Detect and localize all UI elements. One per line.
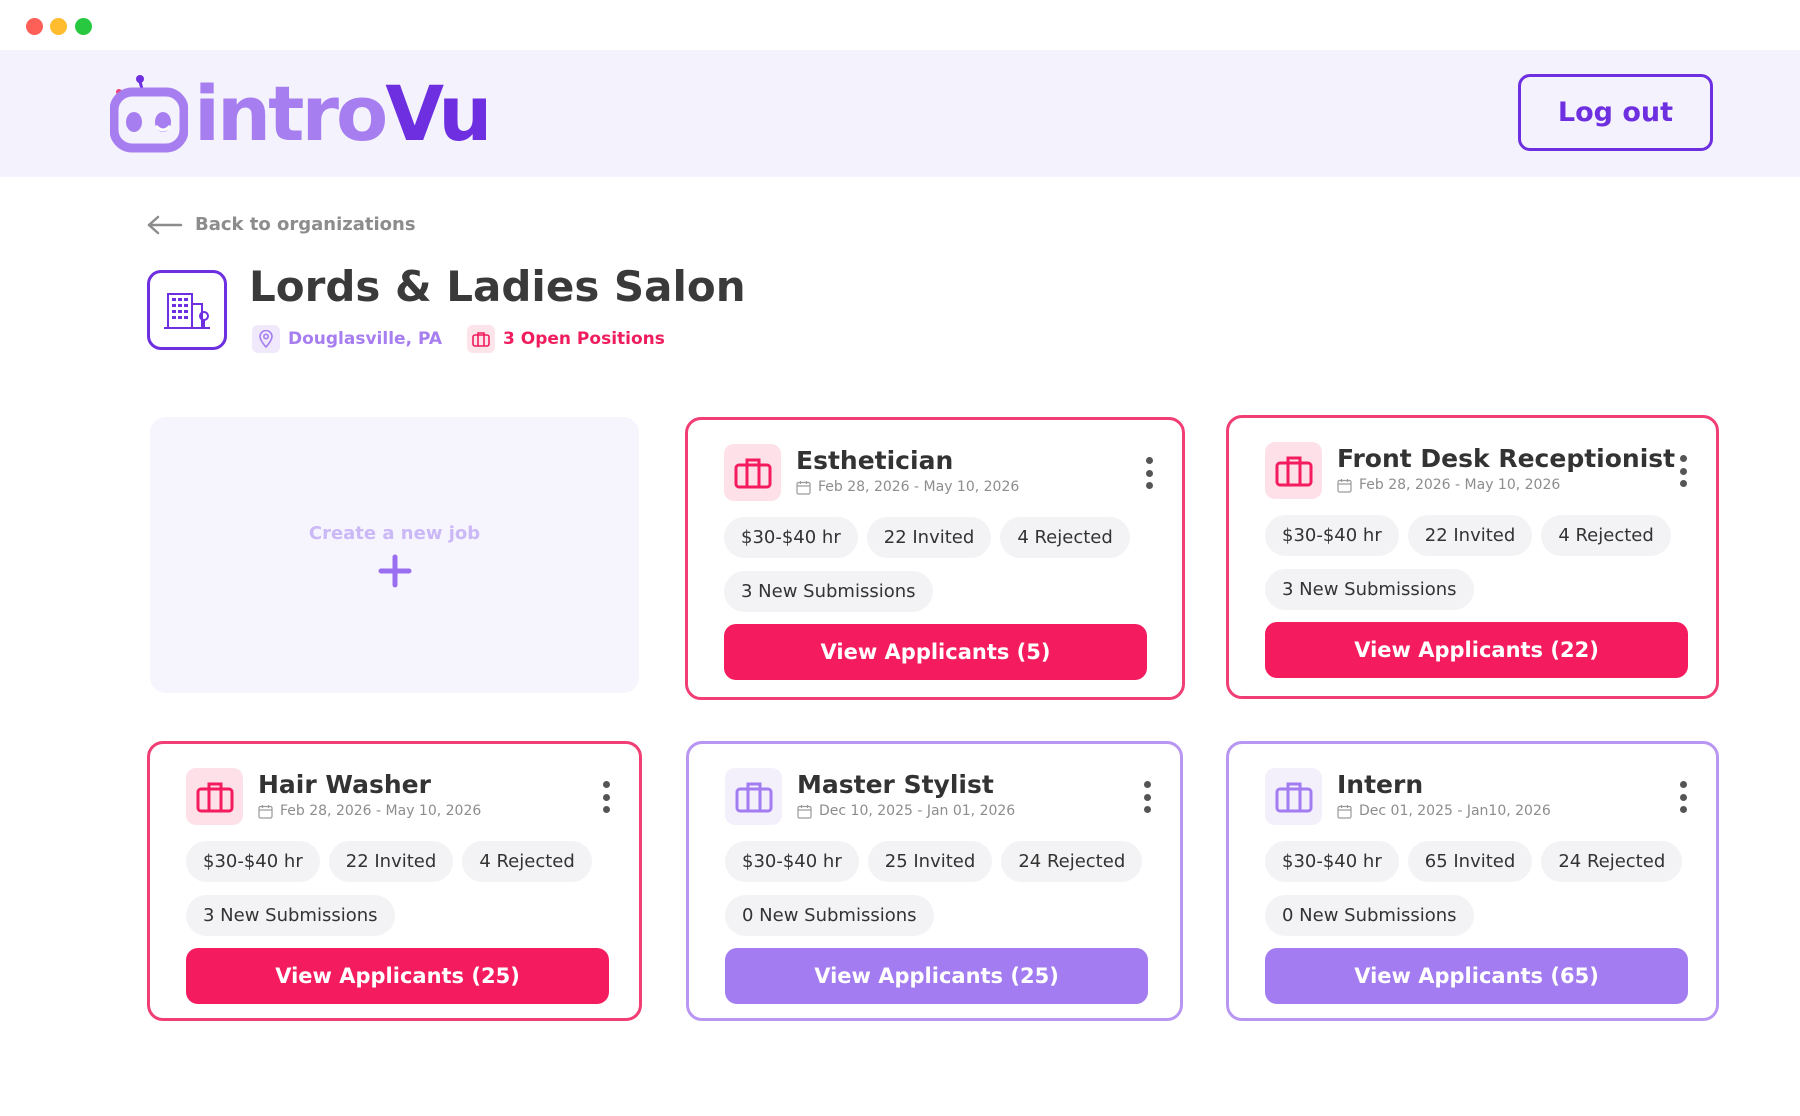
- logout-button[interactable]: Log out: [1518, 74, 1713, 151]
- back-link-label: Back to organizations: [195, 214, 416, 235]
- window-maximize-button[interactable]: [75, 18, 92, 35]
- pay-rate-chip: $30-$40 hr: [1265, 841, 1399, 882]
- invited-count-chip: 22 Invited: [1407, 515, 1533, 556]
- job-card-intern: Intern Dec 01, 2025 - Jan10, 2026 $30-$4…: [1226, 741, 1719, 1021]
- robot-logo-icon: [110, 75, 188, 153]
- job-date-range: Dec 01, 2025 - Jan10, 2026: [1337, 803, 1551, 819]
- job-dates-text: Feb 28, 2026 - May 10, 2026: [1359, 477, 1561, 493]
- job-briefcase-badge: [724, 444, 781, 501]
- organization-location: Douglasville, PA: [288, 329, 443, 349]
- calendar-icon: [1337, 478, 1352, 493]
- invited-count-chip: 65 Invited: [1407, 841, 1533, 882]
- view-applicants-button[interactable]: View Applicants (22): [1265, 622, 1688, 678]
- pay-rate-chip: $30-$40 hr: [725, 841, 859, 882]
- job-card-master-stylist: Master Stylist Dec 10, 2025 - Jan 01, 20…: [686, 741, 1183, 1021]
- organization-name: Lords & Ladies Salon: [249, 262, 746, 311]
- more-vertical-icon[interactable]: [1676, 455, 1690, 487]
- invited-count-chip: 22 Invited: [328, 841, 454, 882]
- job-title: Hair Washer: [258, 770, 431, 799]
- new-submissions-chip: 3 New Submissions: [186, 895, 395, 936]
- briefcase-icon: [467, 325, 496, 353]
- job-dates-text: Feb 28, 2026 - May 10, 2026: [280, 803, 482, 819]
- window-close-button[interactable]: [26, 18, 43, 35]
- job-stats: $30-$40 hr 25 Invited 24 Rejected 0 New …: [725, 841, 1145, 949]
- job-briefcase-badge: [725, 768, 782, 825]
- job-dates-text: Dec 10, 2025 - Jan 01, 2026: [819, 803, 1016, 819]
- job-date-range: Feb 28, 2026 - May 10, 2026: [258, 803, 481, 819]
- view-applicants-button[interactable]: View Applicants (65): [1265, 948, 1688, 1004]
- view-applicants-button[interactable]: View Applicants (25): [186, 948, 609, 1004]
- arrow-left-icon: [147, 215, 183, 234]
- rejected-count-chip: 4 Rejected: [1541, 515, 1671, 556]
- organization-avatar: [147, 270, 227, 350]
- pay-rate-chip: $30-$40 hr: [1265, 515, 1399, 556]
- job-date-range: Dec 10, 2025 - Jan 01, 2026: [797, 803, 1015, 819]
- job-dates-text: Feb 28, 2026 - May 10, 2026: [818, 479, 1020, 495]
- job-card-front-desk-receptionist: Front Desk Receptionist Feb 28, 2026 - M…: [1226, 415, 1719, 699]
- job-date-range: Feb 28, 2026 - May 10, 2026: [1337, 477, 1560, 493]
- calendar-icon: [1337, 804, 1352, 819]
- rejected-count-chip: 4 Rejected: [1000, 517, 1130, 558]
- app-header: introVu Log out: [0, 50, 1800, 177]
- briefcase-icon: [1275, 456, 1312, 486]
- job-stats: $30-$40 hr 22 Invited 4 Rejected 3 New S…: [724, 517, 1144, 625]
- more-vertical-icon[interactable]: [1140, 781, 1154, 813]
- back-to-organizations-link[interactable]: Back to organizations: [147, 214, 416, 235]
- invited-count-chip: 22 Invited: [866, 517, 992, 558]
- new-submissions-chip: 3 New Submissions: [724, 571, 933, 612]
- job-title: Intern: [1337, 770, 1424, 799]
- job-card-esthetician: Esthetician Feb 28, 2026 - May 10, 2026 …: [685, 417, 1185, 700]
- map-pin-icon: [252, 325, 280, 353]
- job-card-hair-washer: Hair Washer Feb 28, 2026 - May 10, 2026 …: [147, 741, 642, 1021]
- job-briefcase-badge: [186, 768, 243, 825]
- more-vertical-icon[interactable]: [1142, 457, 1156, 489]
- briefcase-icon: [196, 782, 233, 812]
- job-title: Esthetician: [796, 446, 954, 475]
- pay-rate-chip: $30-$40 hr: [724, 517, 858, 558]
- introvu-logo[interactable]: introVu: [110, 64, 492, 164]
- create-job-card[interactable]: Create a new job: [150, 417, 639, 693]
- job-stats: $30-$40 hr 22 Invited 4 Rejected 3 New S…: [186, 841, 606, 949]
- more-vertical-icon[interactable]: [599, 781, 613, 813]
- plus-icon: [378, 554, 411, 587]
- open-positions-count[interactable]: 3 Open Positions: [503, 329, 665, 349]
- create-job-label: Create a new job: [308, 522, 481, 544]
- window-minimize-button[interactable]: [50, 18, 67, 35]
- new-submissions-chip: 0 New Submissions: [1265, 895, 1474, 936]
- calendar-icon: [797, 804, 812, 819]
- rejected-count-chip: 24 Rejected: [1541, 841, 1683, 882]
- job-title: Front Desk Receptionist: [1337, 444, 1676, 473]
- briefcase-icon: [1275, 782, 1312, 812]
- window-titlebar: [0, 0, 1800, 50]
- calendar-icon: [796, 480, 811, 495]
- building-icon: [164, 293, 210, 329]
- calendar-icon: [258, 804, 273, 819]
- view-applicants-button[interactable]: View Applicants (5): [724, 624, 1147, 680]
- rejected-count-chip: 24 Rejected: [1001, 841, 1143, 882]
- new-submissions-chip: 0 New Submissions: [725, 895, 934, 936]
- job-briefcase-badge: [1265, 442, 1322, 499]
- pay-rate-chip: $30-$40 hr: [186, 841, 320, 882]
- view-applicants-button[interactable]: View Applicants (25): [725, 948, 1148, 1004]
- job-title: Master Stylist: [797, 770, 994, 799]
- briefcase-icon: [734, 458, 771, 488]
- new-submissions-chip: 3 New Submissions: [1265, 569, 1474, 610]
- briefcase-icon: [735, 782, 772, 812]
- job-date-range: Feb 28, 2026 - May 10, 2026: [796, 479, 1019, 495]
- job-stats: $30-$40 hr 22 Invited 4 Rejected 3 New S…: [1265, 515, 1685, 623]
- more-vertical-icon[interactable]: [1676, 781, 1690, 813]
- rejected-count-chip: 4 Rejected: [462, 841, 592, 882]
- job-dates-text: Dec 01, 2025 - Jan10, 2026: [1359, 803, 1551, 819]
- job-stats: $30-$40 hr 65 Invited 24 Rejected 0 New …: [1265, 841, 1685, 949]
- job-briefcase-badge: [1265, 768, 1322, 825]
- invited-count-chip: 25 Invited: [867, 841, 993, 882]
- organization-meta: Douglasville, PA 3 Open Positions: [252, 325, 665, 353]
- logo-wordmark: introVu: [194, 69, 492, 158]
